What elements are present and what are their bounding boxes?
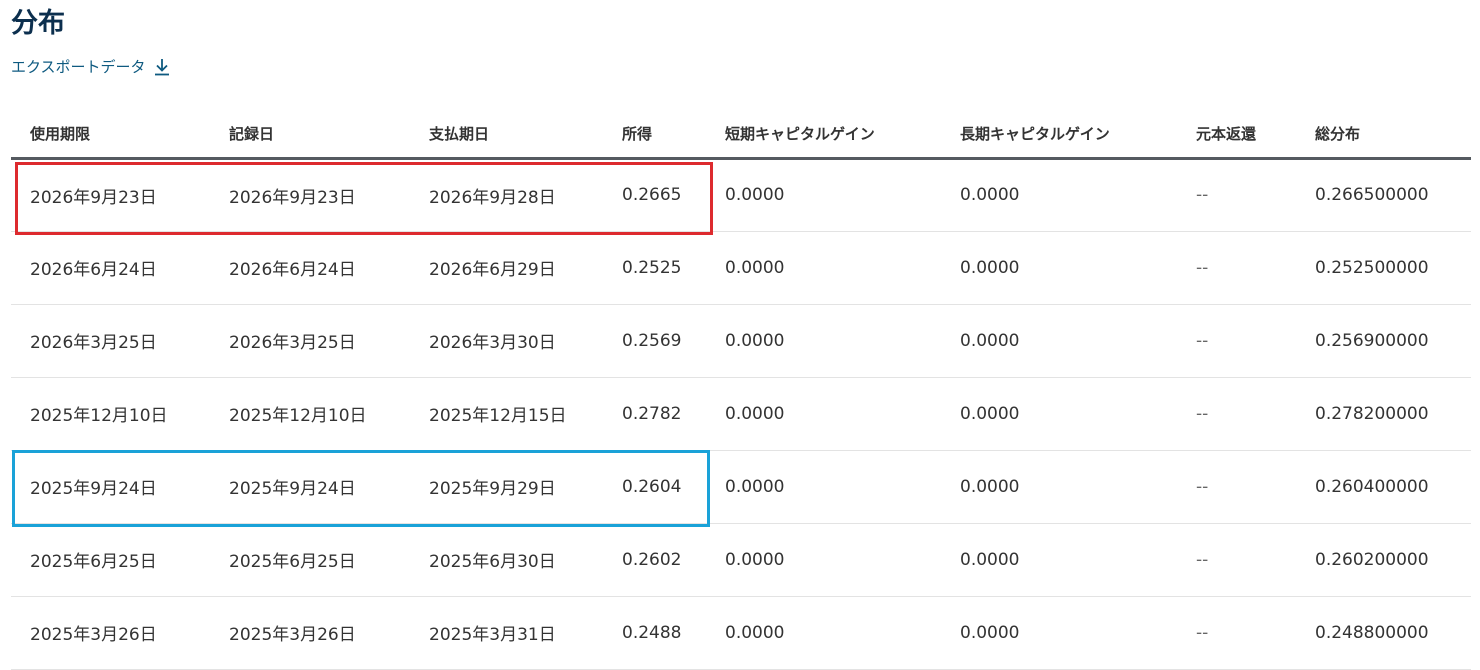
header-pay-date: 支払期日 <box>410 110 609 160</box>
ex-date-cell: 2025年6月25日 <box>11 523 210 597</box>
header-record-date: 記録日 <box>210 110 410 160</box>
income-cell: 0.2782 <box>609 377 716 451</box>
income-cell: 0.2525 <box>609 231 716 305</box>
export-data-link[interactable]: エクスポートデータ <box>11 56 170 78</box>
short-term-gain-cell: 0.0000 <box>716 596 951 670</box>
ex-date-cell: 2026年9月23日 <box>11 158 210 232</box>
return-of-capital-cell: -- <box>1187 523 1306 597</box>
income-cell: 0.2569 <box>609 304 716 378</box>
income-cell: 0.2604 <box>609 450 716 524</box>
total-distribution-cell: 0.256900000 <box>1306 304 1471 378</box>
ex-date-cell: 2026年6月24日 <box>11 231 210 305</box>
ex-date-cell: 2025年12月10日 <box>11 377 210 451</box>
header-short-term-gain: 短期キャピタルゲイン <box>716 110 951 160</box>
pay-date-cell: 2025年6月30日 <box>410 523 609 597</box>
return-of-capital-cell: -- <box>1187 304 1306 378</box>
return-of-capital-cell: -- <box>1187 158 1306 232</box>
header-total-distribution: 総分布 <box>1306 110 1471 160</box>
short-term-gain-cell: 0.0000 <box>716 304 951 378</box>
page-title: 分布 <box>11 8 65 39</box>
record-date-cell: 2026年3月25日 <box>210 304 410 378</box>
ex-date-cell: 2026年3月25日 <box>11 304 210 378</box>
header-long-term-gain: 長期キャピタルゲイン <box>951 110 1187 160</box>
long-term-gain-cell: 0.0000 <box>951 523 1187 597</box>
long-term-gain-cell: 0.0000 <box>951 450 1187 524</box>
total-distribution-cell: 0.266500000 <box>1306 158 1471 232</box>
pay-date-cell: 2025年12月15日 <box>410 377 609 451</box>
header-ex-date: 使用期限 <box>11 110 210 160</box>
ex-date-cell: 2025年3月26日 <box>11 596 210 670</box>
short-term-gain-cell: 0.0000 <box>716 450 951 524</box>
header-return-of-capital: 元本返還 <box>1187 110 1306 160</box>
pay-date-cell: 2025年9月29日 <box>410 450 609 524</box>
record-date-cell: 2026年9月23日 <box>210 158 410 232</box>
pay-date-cell: 2025年3月31日 <box>410 596 609 670</box>
short-term-gain-cell: 0.0000 <box>716 231 951 305</box>
pay-date-cell: 2026年9月28日 <box>410 158 609 232</box>
record-date-cell: 2025年9月24日 <box>210 450 410 524</box>
long-term-gain-cell: 0.0000 <box>951 377 1187 451</box>
download-icon <box>154 58 170 76</box>
distribution-table: 使用期限 記録日 支払期日 所得 短期キャピタルゲイン 長期キャピタルゲイン 元… <box>11 110 1471 670</box>
ex-date-cell: 2025年9月24日 <box>11 450 210 524</box>
total-distribution-cell: 0.248800000 <box>1306 596 1471 670</box>
total-distribution-cell: 0.252500000 <box>1306 231 1471 305</box>
total-distribution-cell: 0.260200000 <box>1306 523 1471 597</box>
return-of-capital-cell: -- <box>1187 377 1306 451</box>
return-of-capital-cell: -- <box>1187 596 1306 670</box>
pay-date-cell: 2026年6月29日 <box>410 231 609 305</box>
record-date-cell: 2025年6月25日 <box>210 523 410 597</box>
long-term-gain-cell: 0.0000 <box>951 304 1187 378</box>
record-date-cell: 2025年3月26日 <box>210 596 410 670</box>
short-term-gain-cell: 0.0000 <box>716 377 951 451</box>
total-distribution-cell: 0.278200000 <box>1306 377 1471 451</box>
long-term-gain-cell: 0.0000 <box>951 596 1187 670</box>
long-term-gain-cell: 0.0000 <box>951 231 1187 305</box>
income-cell: 0.2602 <box>609 523 716 597</box>
table-row: 2026年9月23日 2026年9月23日 2026年9月28日 0.2665 … <box>11 158 1471 232</box>
table-row: 2025年9月24日 2025年9月24日 2025年9月29日 0.2604 … <box>11 450 1471 524</box>
income-cell: 0.2665 <box>609 158 716 232</box>
table-row: 2026年3月25日 2026年3月25日 2026年3月30日 0.2569 … <box>11 304 1471 378</box>
return-of-capital-cell: -- <box>1187 450 1306 524</box>
table-row: 2025年6月25日 2025年6月25日 2025年6月30日 0.2602 … <box>11 523 1471 597</box>
total-distribution-cell: 0.260400000 <box>1306 450 1471 524</box>
table-row: 2026年6月24日 2026年6月24日 2026年6月29日 0.2525 … <box>11 231 1471 305</box>
table-header-row: 使用期限 記録日 支払期日 所得 短期キャピタルゲイン 長期キャピタルゲイン 元… <box>11 110 1471 160</box>
table-row: 2025年3月26日 2025年3月26日 2025年3月31日 0.2488 … <box>11 596 1471 670</box>
return-of-capital-cell: -- <box>1187 231 1306 305</box>
header-income: 所得 <box>609 110 716 160</box>
export-data-label: エクスポートデータ <box>11 58 146 76</box>
table-row: 2025年12月10日 2025年12月10日 2025年12月15日 0.27… <box>11 377 1471 451</box>
income-cell: 0.2488 <box>609 596 716 670</box>
record-date-cell: 2026年6月24日 <box>210 231 410 305</box>
long-term-gain-cell: 0.0000 <box>951 158 1187 232</box>
pay-date-cell: 2026年3月30日 <box>410 304 609 378</box>
record-date-cell: 2025年12月10日 <box>210 377 410 451</box>
short-term-gain-cell: 0.0000 <box>716 523 951 597</box>
short-term-gain-cell: 0.0000 <box>716 158 951 232</box>
